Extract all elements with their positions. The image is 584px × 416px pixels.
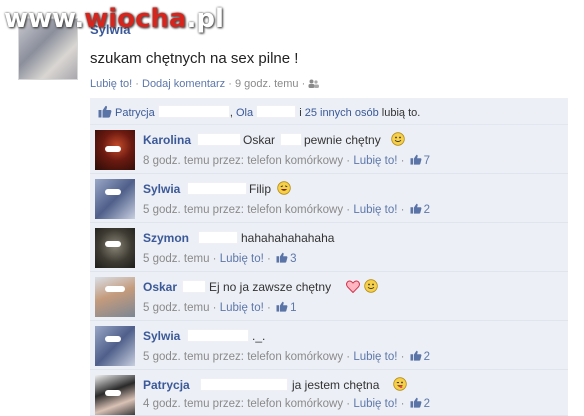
comment-like-count[interactable]: 1 (290, 302, 296, 314)
comment-text: Ej no ja zawsze chętny (209, 280, 332, 294)
commenter-name[interactable]: Karolina (143, 133, 191, 147)
smiley-icon (391, 132, 405, 146)
commenter-name[interactable]: Sylwia (143, 182, 180, 196)
mention-link[interactable]: Oskar (243, 133, 275, 147)
friends-icon[interactable] (308, 79, 320, 88)
redacted-surname (182, 280, 206, 293)
commenter-avatar[interactable] (95, 228, 135, 268)
post-actions: Lubię to! · Dodaj komentarz · 9 godz. te… (90, 78, 320, 90)
commenter-name[interactable]: Patrycja (143, 378, 190, 392)
comment-like-link[interactable]: Lubię to! (353, 204, 397, 216)
comment-like-count[interactable]: 2 (424, 204, 430, 216)
mention-link[interactable]: Filip (249, 182, 271, 196)
redacted-surname (187, 329, 249, 342)
thumbs-up-icon (276, 301, 288, 312)
comment-text: hahahahahahaha (241, 231, 335, 245)
thumbs-up-icon (98, 105, 112, 118)
thumbs-up-icon (410, 397, 422, 408)
thumbs-up-icon (410, 203, 422, 214)
commenter-avatar[interactable] (95, 375, 135, 415)
like-name-ola[interactable]: Ola (236, 107, 253, 119)
redacted-surname (198, 231, 238, 244)
redacted-surname (187, 182, 247, 195)
comment-meta: 5 godz. temu · Lubię to! · 3 (143, 252, 297, 265)
comment-text: ja jestem chętna (292, 378, 380, 392)
comment-time[interactable]: 8 godz. temu przez: telefon komórkowy (143, 155, 343, 167)
post-comment-link[interactable]: Dodaj komentarz (142, 78, 225, 90)
heart-icon (346, 280, 360, 293)
thumbs-up-icon (410, 154, 422, 165)
redacted-surname (200, 378, 288, 391)
thumbs-up-icon (276, 252, 288, 263)
comment-meta: 5 godz. temu przez: telefon komórkowy · … (143, 350, 431, 363)
comment-text: ._. (252, 329, 266, 343)
comment-time[interactable]: 5 godz. temu przez: telefon komórkowy (143, 204, 343, 216)
commenter-name[interactable]: Oskar (143, 280, 177, 294)
grin-icon (277, 181, 291, 195)
redacted-surname (197, 133, 241, 146)
comment-text: pewnie chętny (304, 133, 381, 147)
comment-item: Karolina Oskar pewnie chętny 8 godz. tem… (90, 125, 568, 174)
commenter-avatar[interactable] (95, 326, 135, 366)
likes-summary: Patrycja , Ola i 25 innych osób lubią to… (90, 98, 568, 125)
comment-like-link[interactable]: Lubię to! (220, 302, 264, 314)
comment-like-link[interactable]: Lubię to! (220, 253, 264, 265)
comment-like-count[interactable]: 2 (424, 398, 430, 410)
comment-like-count[interactable]: 7 (424, 155, 430, 167)
comment-item: Szymon hahahahahahaha 5 godz. temu · Lub… (90, 223, 568, 272)
comment-meta: 5 godz. temu · Lubię to! · 1 (143, 301, 297, 314)
likes-others-link[interactable]: 25 innych osób (305, 107, 379, 119)
wink-icon (393, 377, 407, 391)
redacted-surname (280, 133, 302, 146)
watermark-logo: www.wiocha.pl (4, 4, 224, 34)
comment-like-count[interactable]: 3 (290, 253, 296, 265)
commenter-name[interactable]: Szymon (143, 231, 189, 245)
smiley-icon (364, 279, 378, 293)
post-text: szukam chętnych na sex pilne ! (90, 50, 299, 67)
commenter-avatar[interactable] (95, 179, 135, 219)
redacted-surname (256, 105, 297, 118)
comment-meta: 4 godz. temu przez: telefon komórkowy · … (143, 397, 431, 410)
like-name-patrycja[interactable]: Patrycja (115, 107, 155, 119)
comment-item: Sylwia ._. 5 godz. temu przez: telefon k… (90, 321, 568, 370)
redacted-surname (157, 105, 230, 118)
comment-like-link[interactable]: Lubię to! (353, 351, 397, 363)
commenter-avatar[interactable] (95, 130, 135, 170)
comment-like-link[interactable]: Lubię to! (353, 398, 397, 410)
comment-item: Patrycja ja jestem chętna 4 godz. temu p… (90, 370, 568, 416)
thumbs-up-icon (410, 350, 422, 361)
comment-time[interactable]: 5 godz. temu przez: telefon komórkowy (143, 351, 343, 363)
comment-item: Sylwia Filip 5 godz. temu przez: telefon… (90, 174, 568, 223)
post-like-link[interactable]: Lubię to! (90, 78, 132, 90)
comment-time[interactable]: 5 godz. temu (143, 302, 209, 314)
commenter-name[interactable]: Sylwia (143, 329, 180, 343)
comment-like-link[interactable]: Lubię to! (353, 155, 397, 167)
comment-meta: 8 godz. temu przez: telefon komórkowy · … (143, 154, 431, 167)
comment-time[interactable]: 4 godz. temu przez: telefon komórkowy (143, 398, 343, 410)
post-time[interactable]: 9 godz. temu (235, 78, 299, 90)
comment-meta: 5 godz. temu przez: telefon komórkowy · … (143, 203, 431, 216)
comment-like-count[interactable]: 2 (424, 351, 430, 363)
comment-time[interactable]: 5 godz. temu (143, 253, 209, 265)
comment-item: Oskar Ej no ja zawsze chętny 5 godz. tem… (90, 272, 568, 321)
commenter-avatar[interactable] (95, 277, 135, 317)
